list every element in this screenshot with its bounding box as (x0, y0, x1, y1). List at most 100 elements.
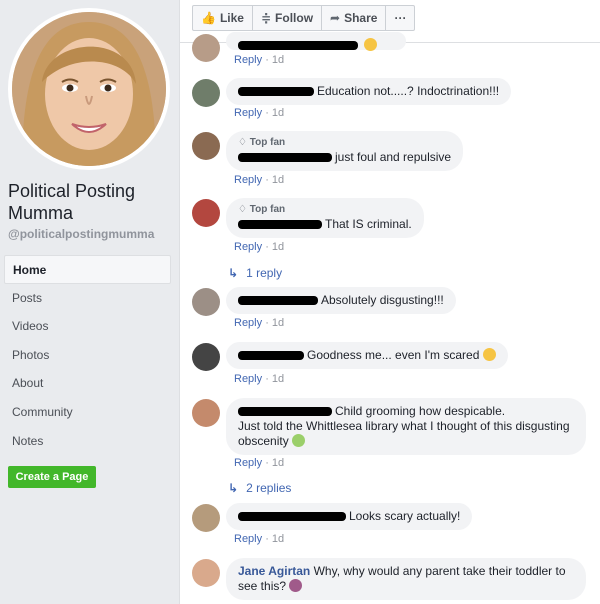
meta-dot: · (265, 54, 269, 66)
replies-count: 1 reply (246, 266, 283, 280)
reply-link[interactable]: Reply (234, 174, 262, 186)
view-replies-link[interactable]: ↳ 1 reply (228, 266, 282, 280)
reply-link[interactable]: Reply (234, 533, 262, 545)
reply-link[interactable]: Reply (234, 107, 262, 119)
person-facepalming-emoji-icon (289, 579, 303, 592)
flushed-face-emoji-icon (482, 348, 496, 361)
redacted-name (238, 41, 358, 51)
redacted-name (238, 87, 314, 97)
diamond-icon: ♢ (238, 137, 247, 148)
comment-bubble: Jane Agirtan Why, why would any parent t… (226, 558, 586, 600)
comment-time[interactable]: 1d (272, 174, 284, 186)
comment-text: Education not.....? Indoctrination!!! (317, 84, 500, 98)
thumbs-up-icon: 👍 (201, 11, 216, 25)
comment-bubble: Looks scary actually! (226, 503, 473, 530)
commenter-avatar[interactable] (192, 288, 220, 316)
meta-dot: · (265, 107, 269, 119)
reply-arrow-icon: ↳ (228, 481, 239, 495)
comment-bubble (226, 32, 406, 51)
top-fan-label: Top fan (249, 137, 286, 148)
create-page-button[interactable]: Create a Page (8, 466, 96, 488)
more-options-button[interactable]: ··· (386, 6, 414, 30)
comment-time[interactable]: 1d (272, 54, 284, 66)
share-arrow-icon: ➦ (330, 11, 341, 25)
comment-meta: Reply · 1d (234, 533, 284, 545)
share-button[interactable]: ➦ Share (322, 6, 387, 30)
meta-dot: · (265, 317, 269, 329)
meta-dot: · (265, 457, 269, 469)
meta-dot: · (265, 174, 269, 186)
reply-link[interactable]: Reply (234, 317, 262, 329)
commenter-avatar[interactable] (192, 559, 220, 587)
nav-item-notes[interactable]: Notes (4, 427, 171, 456)
redacted-name (238, 351, 304, 361)
grin-emoji-icon (364, 38, 378, 51)
comment-text: Looks scary actually! (349, 509, 461, 523)
nav-item-home[interactable]: Home (4, 255, 171, 284)
meta-dot: · (265, 533, 269, 545)
page-title[interactable]: Political Posting Mumma (8, 180, 176, 224)
commenter-avatar[interactable] (192, 399, 220, 427)
reply-link[interactable]: Reply (234, 54, 262, 66)
reply-link[interactable]: Reply (234, 457, 262, 469)
comment-time[interactable]: 1d (272, 533, 284, 545)
comment-bubble: Goodness me... even I'm scared (226, 342, 508, 369)
like-button[interactable]: 👍 Like (193, 6, 253, 30)
reply-link[interactable]: Reply (234, 373, 262, 385)
comment-time[interactable]: 1d (272, 457, 284, 469)
comment-bubble: Absolutely disgusting!!! (226, 287, 456, 314)
follow-button[interactable]: ≑ Follow (253, 6, 323, 30)
follow-label: Follow (275, 11, 314, 25)
comment-time[interactable]: 1d (272, 373, 284, 385)
nav-item-posts[interactable]: Posts (4, 284, 171, 313)
nav-item-about[interactable]: About (4, 369, 171, 398)
commenter-avatar[interactable] (192, 343, 220, 371)
share-label: Share (344, 11, 378, 25)
nauseated-face-emoji-icon (292, 434, 306, 447)
commenter-avatar[interactable] (192, 34, 220, 62)
commenter-avatar[interactable] (192, 132, 220, 160)
commenter-avatar[interactable] (192, 79, 220, 107)
comment-meta: Reply · 1d (234, 54, 284, 66)
comment-time[interactable]: 1d (272, 317, 284, 329)
comment-text: Goodness me... even I'm scared (307, 348, 480, 362)
commenter-avatar[interactable] (192, 199, 220, 227)
reply-arrow-icon: ↳ (228, 266, 239, 280)
reply-link[interactable]: Reply (234, 241, 262, 253)
top-fan-label: Top fan (249, 204, 286, 215)
redacted-name (238, 153, 332, 163)
page-action-bar: 👍 Like ≑ Follow ➦ Share ··· (192, 5, 416, 31)
comment-text: That IS criminal. (325, 217, 412, 231)
page-sidebar: Political Posting Mumma @politicalpostin… (0, 0, 180, 604)
commenter-name[interactable]: Jane Agirtan (238, 564, 310, 578)
diamond-icon: ♢ (238, 204, 247, 215)
page-profile-picture[interactable] (8, 8, 170, 170)
comment-text: just foul and repulsive (335, 150, 452, 164)
comment-meta: Reply · 1d (234, 373, 284, 385)
nav-item-videos[interactable]: Videos (4, 312, 171, 341)
comment-text: Absolutely disgusting!!! (321, 293, 444, 307)
redacted-name (238, 296, 318, 306)
comment-text-line1: Child grooming how despicable. (335, 404, 506, 418)
comment-meta: Reply · 1d (234, 174, 284, 186)
comment-meta: Reply · 1d (234, 317, 284, 329)
comment-time[interactable]: 1d (272, 241, 284, 253)
commenter-avatar[interactable] (192, 504, 220, 532)
nav-item-photos[interactable]: Photos (4, 341, 171, 370)
meta-dot: · (265, 373, 269, 385)
page-nav: Home Posts Videos Photos About Community… (4, 255, 171, 455)
comment-meta: Reply · 1d (234, 107, 284, 119)
comment-text-line2: Just told the Whittlesea library what I … (238, 419, 570, 448)
redacted-name (238, 407, 332, 417)
comment-bubble: Education not.....? Indoctrination!!! (226, 78, 512, 105)
view-replies-link[interactable]: ↳ 2 replies (228, 481, 291, 495)
top-fan-badge: ♢ Top fan (238, 204, 412, 216)
nav-item-community[interactable]: Community (4, 398, 171, 427)
redacted-name (238, 512, 346, 522)
replies-count: 2 replies (246, 481, 292, 495)
comment-time[interactable]: 1d (272, 107, 284, 119)
comment-meta: Reply · 1d (234, 457, 284, 469)
page-handle[interactable]: @politicalpostingmumma (8, 227, 154, 241)
more-icon: ··· (394, 11, 407, 25)
redacted-name (238, 220, 322, 230)
